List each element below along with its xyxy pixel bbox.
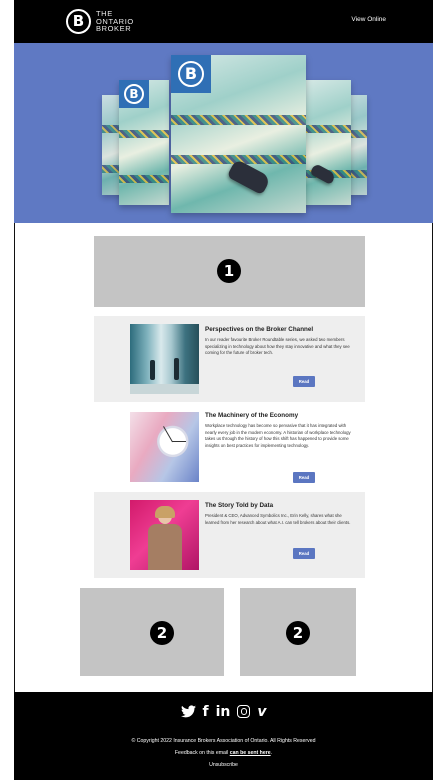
instagram-icon[interactable] bbox=[237, 705, 251, 718]
unsubscribe-link[interactable]: Unsubscribe bbox=[14, 762, 433, 768]
copyright-text: © Copyright 2022 Insurance Brokers Assoc… bbox=[131, 738, 316, 744]
article-excerpt: President & CEO, Advanced Symbolics Inc.… bbox=[205, 513, 351, 525]
article-title[interactable]: The Machinery of the Economy bbox=[205, 412, 298, 419]
article-excerpt: In our reader favourite Broker Roundtabl… bbox=[205, 337, 350, 355]
ad-placeholder-2-right[interactable]: 2 bbox=[240, 588, 356, 676]
read-button[interactable]: Read bbox=[293, 548, 315, 559]
article-title[interactable]: The Story Told by Data bbox=[205, 502, 273, 509]
linkedin-icon[interactable]: in bbox=[216, 704, 231, 719]
car-image bbox=[226, 158, 272, 196]
ad-placeholder-2-left[interactable]: 2 bbox=[80, 588, 224, 676]
twitter-icon[interactable] bbox=[180, 704, 196, 719]
logo-line-3: BROKER bbox=[96, 24, 132, 34]
feedback-prefix: Feedback on this email bbox=[174, 750, 230, 756]
hero-banner: B B bbox=[14, 43, 433, 223]
article-item: The Story Told by Data President & CEO, … bbox=[94, 492, 365, 578]
article-thumbnail-image[interactable] bbox=[130, 500, 199, 570]
placeholder-number-badge: 2 bbox=[150, 621, 174, 645]
social-links: f in v bbox=[14, 704, 433, 719]
feedback-suffix: . bbox=[270, 750, 273, 756]
footer: f in v © Copyright 2022 Insurance Broker… bbox=[14, 692, 433, 780]
placeholder-number-badge: 2 bbox=[286, 621, 310, 645]
vimeo-icon[interactable]: v bbox=[257, 704, 266, 719]
logo-letter: B bbox=[72, 12, 85, 30]
article-thumbnail-image[interactable] bbox=[130, 324, 199, 394]
articles-section: Perspectives on the Broker Channel In ou… bbox=[94, 316, 365, 578]
logo-wordmark: THE ONTARIO BROKER bbox=[96, 10, 134, 33]
view-online-link[interactable]: View Online bbox=[351, 16, 386, 23]
facebook-icon[interactable]: f bbox=[203, 704, 209, 719]
article-excerpt: Workplace technology has become so perva… bbox=[205, 423, 351, 448]
magazine-cover-front: B bbox=[171, 55, 306, 213]
feedback-line: Feedback on this email can be sent here. bbox=[14, 750, 433, 756]
header-bar: B THE ONTARIO BROKER View Online bbox=[14, 0, 433, 43]
magazine-cover-left: B bbox=[119, 80, 169, 205]
b-badge-icon: B bbox=[119, 80, 149, 108]
read-button[interactable]: Read bbox=[293, 376, 315, 387]
article-item: The Machinery of the Economy Workplace t… bbox=[94, 402, 365, 492]
read-button[interactable]: Read bbox=[293, 472, 315, 483]
broker-b-logo-icon: B bbox=[66, 9, 91, 34]
car-image bbox=[309, 163, 337, 185]
article-thumbnail-image[interactable] bbox=[130, 412, 199, 482]
magazine-cover-right bbox=[301, 80, 351, 205]
ad-placeholder-1[interactable]: 1 bbox=[94, 236, 365, 307]
article-title[interactable]: Perspectives on the Broker Channel bbox=[205, 326, 313, 333]
article-item: Perspectives on the Broker Channel In ou… bbox=[94, 316, 365, 402]
feedback-link[interactable]: can be sent here bbox=[230, 750, 271, 756]
ontario-broker-logo[interactable]: B THE ONTARIO BROKER bbox=[66, 9, 134, 34]
b-badge-icon: B bbox=[171, 55, 211, 93]
placeholder-number-badge: 1 bbox=[217, 259, 241, 283]
